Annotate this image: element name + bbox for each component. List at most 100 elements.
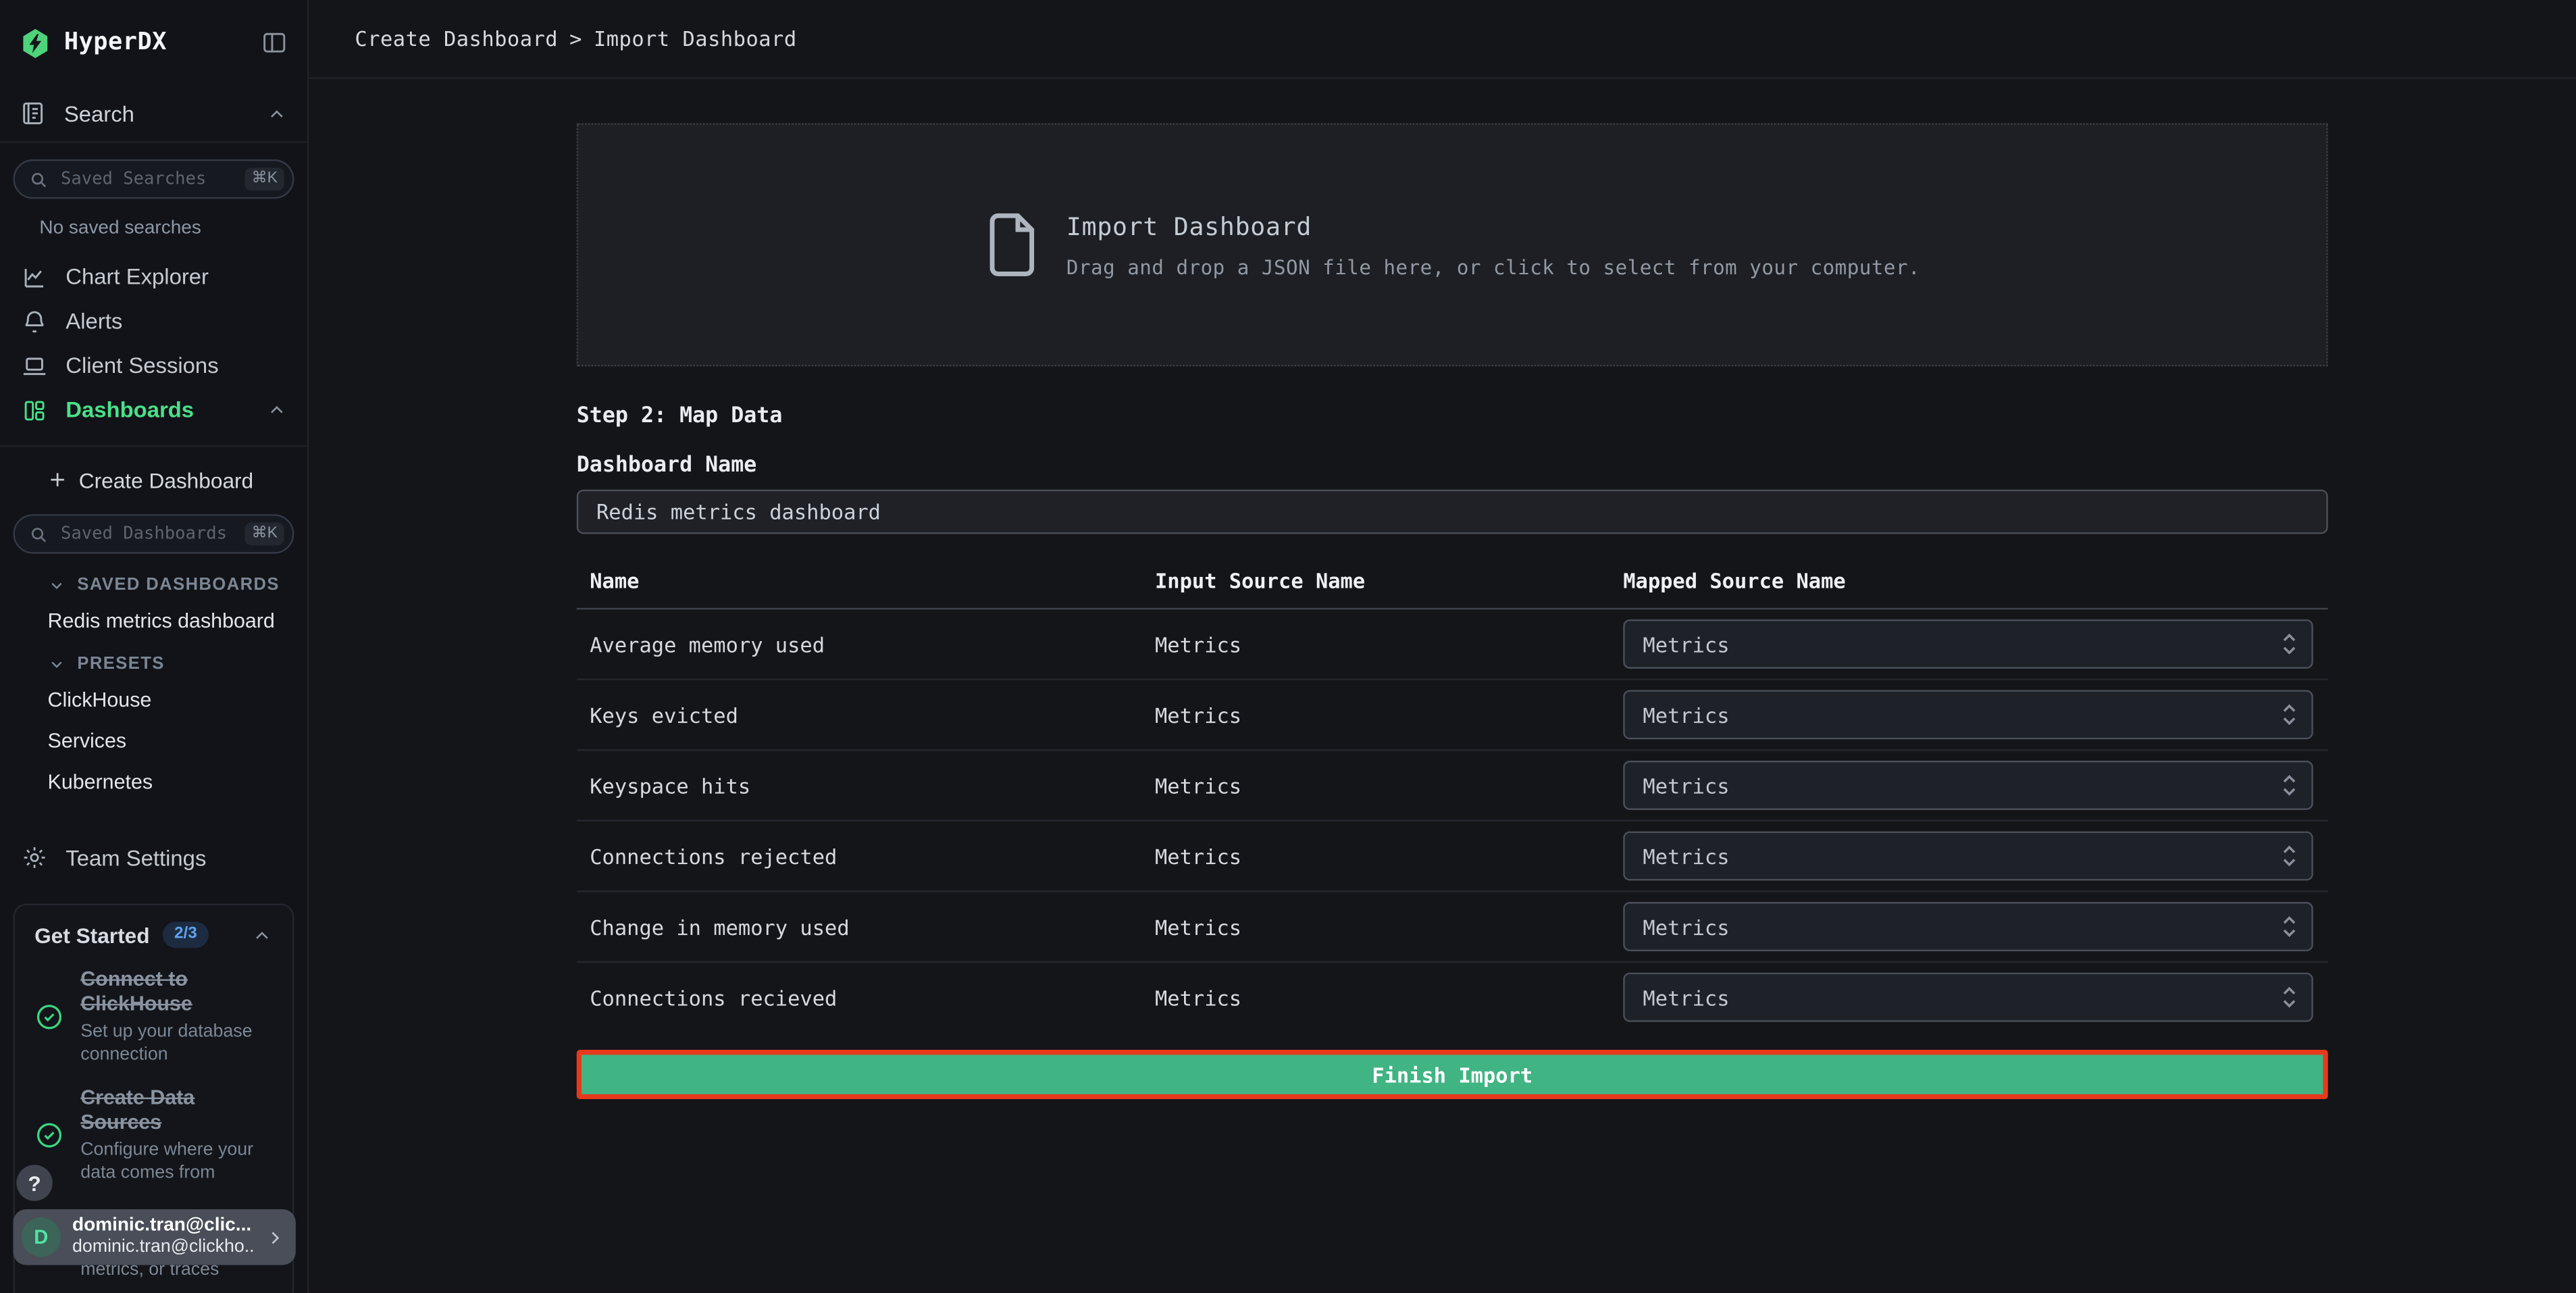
step-label: Step 2: Map Data (577, 404, 2328, 428)
laptop-icon (20, 353, 47, 379)
preset-item-kubernetes[interactable]: Kubernetes (48, 769, 307, 796)
collapse-sidebar-icon[interactable] (261, 30, 288, 56)
mapped-source-select[interactable]: Metrics (1623, 619, 2313, 669)
table-row: Keyspace hits Metrics Metrics (577, 751, 2328, 821)
breadcrumb-separator: > (569, 26, 582, 51)
dropzone-title: Import Dashboard (1066, 211, 1920, 241)
table-row: Connections rejected Metrics Metrics (577, 821, 2328, 892)
mapped-source-select[interactable]: Metrics (1623, 690, 2313, 739)
mapping-table: Name Input Source Name Mapped Source Nam… (577, 563, 2328, 1032)
search-icon (30, 170, 48, 188)
user-name: dominic.tran@clic... (72, 1216, 253, 1238)
brand-title[interactable]: HyperDX (64, 30, 248, 56)
get-started-item-sources[interactable]: Create Data Sources Configure where your… (34, 1086, 273, 1185)
select-chevrons-icon (2282, 701, 2297, 728)
plus-icon (48, 470, 68, 490)
sidebar-item-client-sessions[interactable]: Client Sessions (0, 343, 307, 388)
saved-dashboards-search[interactable]: ⌘K (13, 514, 294, 553)
chart-line-icon (20, 263, 47, 290)
task-subtitle: Set up your database connection (80, 1020, 273, 1066)
column-header-input-source: Input Source Name (1155, 568, 1623, 592)
dashboard-name-input[interactable] (577, 490, 2328, 534)
preset-item-clickhouse[interactable]: ClickHouse (48, 687, 307, 715)
sidebar-item-dashboards[interactable]: Dashboards (0, 388, 307, 432)
select-chevrons-icon (2282, 984, 2297, 1011)
select-chevrons-icon (2282, 913, 2297, 940)
table-header-row: Name Input Source Name Mapped Source Nam… (577, 563, 2328, 609)
input-source-value: Metrics (1155, 773, 1623, 797)
select-chevrons-icon (2282, 772, 2297, 798)
finish-import-button[interactable]: Finish Import (577, 1050, 2328, 1099)
sidebar-item-team-settings[interactable]: Team Settings (0, 833, 307, 882)
breadcrumb-import-dashboard[interactable]: Import Dashboard (594, 26, 797, 51)
file-icon (984, 210, 1040, 279)
breadcrumb: Create Dashboard > Import Dashboard (355, 26, 796, 51)
team-settings-label: Team Settings (66, 845, 206, 869)
table-row: Change in memory used Metrics Metrics (577, 892, 2328, 963)
selected-value: Metrics (1643, 985, 2282, 1009)
input-source-value: Metrics (1155, 703, 1623, 727)
select-chevrons-icon (2282, 631, 2297, 657)
hyperdx-logo-icon[interactable] (20, 27, 51, 58)
saved-dashboard-item[interactable]: Redis metrics dashboard (48, 608, 307, 636)
import-panel: Import Dashboard Drag and drop a JSON fi… (577, 123, 2328, 1099)
selected-value: Metrics (1643, 773, 2282, 797)
mapped-source-select[interactable]: Metrics (1623, 902, 2313, 951)
get-started-item-connect[interactable]: Connect to ClickHouse Set up your databa… (34, 967, 273, 1066)
selected-value: Metrics (1643, 844, 2282, 868)
table-row: Keys evicted Metrics Metrics (577, 680, 2328, 751)
sidebar-item-chart-explorer[interactable]: Chart Explorer (0, 255, 307, 299)
nav-label: Client Sessions (66, 353, 287, 378)
saved-searches-input[interactable] (57, 168, 235, 191)
selected-value: Metrics (1643, 914, 2282, 938)
check-circle-icon (34, 1003, 64, 1032)
mapped-source-select[interactable]: Metrics (1623, 832, 2313, 881)
preset-item-services[interactable]: Services (48, 728, 307, 755)
presets-section-header[interactable]: PRESETS (48, 654, 307, 674)
chevron-right-icon (265, 1226, 286, 1248)
column-header-name: Name (577, 568, 1155, 592)
metric-name: Connections rejected (577, 844, 1155, 868)
create-dashboard-button[interactable]: Create Dashboard (48, 463, 307, 497)
nav-label: Alerts (66, 309, 287, 333)
no-saved-searches-text: No saved searches (39, 218, 307, 238)
breadcrumb-create-dashboard[interactable]: Create Dashboard (355, 26, 558, 51)
help-button[interactable]: ? (16, 1165, 53, 1201)
dashboard-name-label: Dashboard Name (577, 453, 2328, 478)
chevron-up-icon[interactable] (251, 924, 273, 946)
app-window: HyperDX Search ⌘K No saved searches (0, 0, 2576, 1293)
sidebar-section-search[interactable]: Search (0, 85, 307, 141)
metric-name: Keys evicted (577, 703, 1155, 727)
saved-dashboards-input[interactable] (57, 522, 235, 545)
user-menu[interactable]: D dominic.tran@clic... dominic.tran@clic… (13, 1209, 295, 1265)
topbar: Create Dashboard > Import Dashboard (309, 0, 2576, 79)
mapped-source-select[interactable]: Metrics (1623, 761, 2313, 810)
check-circle-icon (34, 1121, 64, 1150)
shortcut-badge: ⌘K (245, 523, 284, 545)
search-section-label: Search (64, 101, 248, 126)
metric-name: Change in memory used (577, 914, 1155, 938)
nav-label: Dashboards (66, 398, 248, 422)
chevron-down-icon (48, 655, 66, 673)
mapped-source-select[interactable]: Metrics (1623, 973, 2313, 1022)
selected-value: Metrics (1643, 703, 2282, 727)
json-dropzone[interactable]: Import Dashboard Drag and drop a JSON fi… (577, 123, 2328, 366)
task-title: Connect to ClickHouse (80, 967, 273, 1017)
sidebar-item-alerts[interactable]: Alerts (0, 299, 307, 344)
task-subtitle: Configure where your data comes from (80, 1138, 273, 1184)
sidebar: HyperDX Search ⌘K No saved searches (0, 0, 309, 1293)
metric-name: Keyspace hits (577, 773, 1155, 797)
input-source-value: Metrics (1155, 632, 1623, 656)
input-source-value: Metrics (1155, 985, 1623, 1009)
create-dashboard-label: Create Dashboard (79, 467, 253, 492)
avatar: D (22, 1217, 61, 1257)
chevron-up-icon (266, 399, 288, 421)
shortcut-badge: ⌘K (245, 168, 284, 191)
saved-dashboards-section-header[interactable]: SAVED DASHBOARDS (48, 575, 307, 594)
input-source-value: Metrics (1155, 914, 1623, 938)
select-chevrons-icon (2282, 843, 2297, 869)
saved-searches-search[interactable]: ⌘K (13, 159, 294, 199)
metric-name: Connections recieved (577, 985, 1155, 1009)
table-row: Average memory used Metrics Metrics (577, 609, 2328, 680)
user-email: dominic.tran@clickho... (72, 1237, 253, 1259)
